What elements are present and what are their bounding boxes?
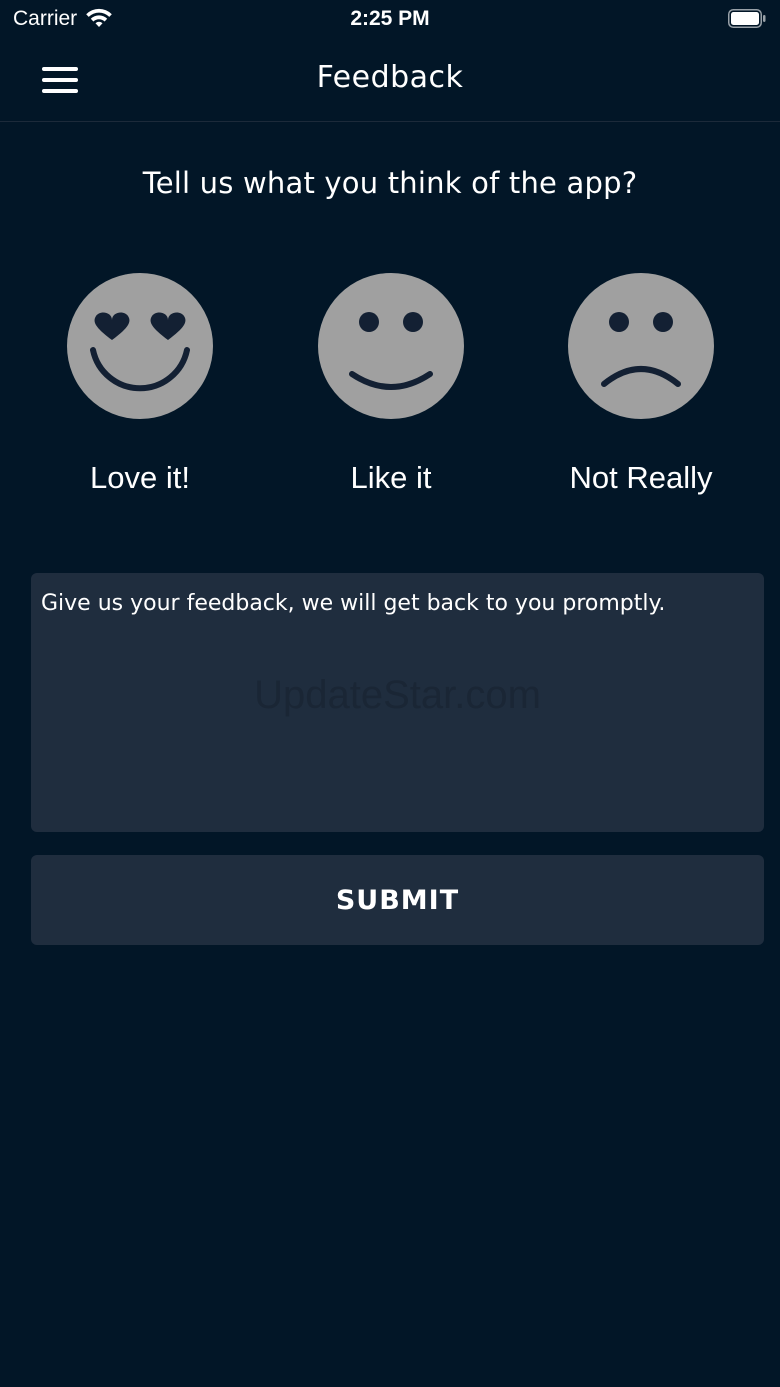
heart-eyes-face-icon (67, 273, 213, 419)
feedback-input[interactable] (41, 591, 754, 814)
page-title: Feedback (316, 60, 464, 95)
feedback-container: UpdateStar.com (31, 573, 764, 832)
rating-like-it[interactable]: Like it (271, 272, 511, 496)
status-bar: Carrier 2:25 PM (0, 0, 780, 40)
frowning-face-icon (568, 273, 714, 419)
question-heading: Tell us what you think of the app? (142, 166, 638, 200)
rating-love-it[interactable]: Love it! (20, 272, 260, 496)
status-time: 2:25 PM (350, 7, 430, 30)
rating-not-really[interactable]: Not Really (521, 272, 761, 496)
battery-icon (728, 9, 766, 28)
navigation-bar: Feedback (0, 40, 780, 122)
rating-label: Not Really (569, 460, 713, 495)
submit-button[interactable]: SUBMIT (31, 855, 764, 945)
smiling-face-icon (318, 273, 464, 419)
rating-label: Like it (350, 460, 432, 495)
feedback-screen: Carrier 2:25 PM Feedback Tell us what yo… (0, 0, 780, 1387)
rating-label: Love it! (90, 460, 190, 495)
